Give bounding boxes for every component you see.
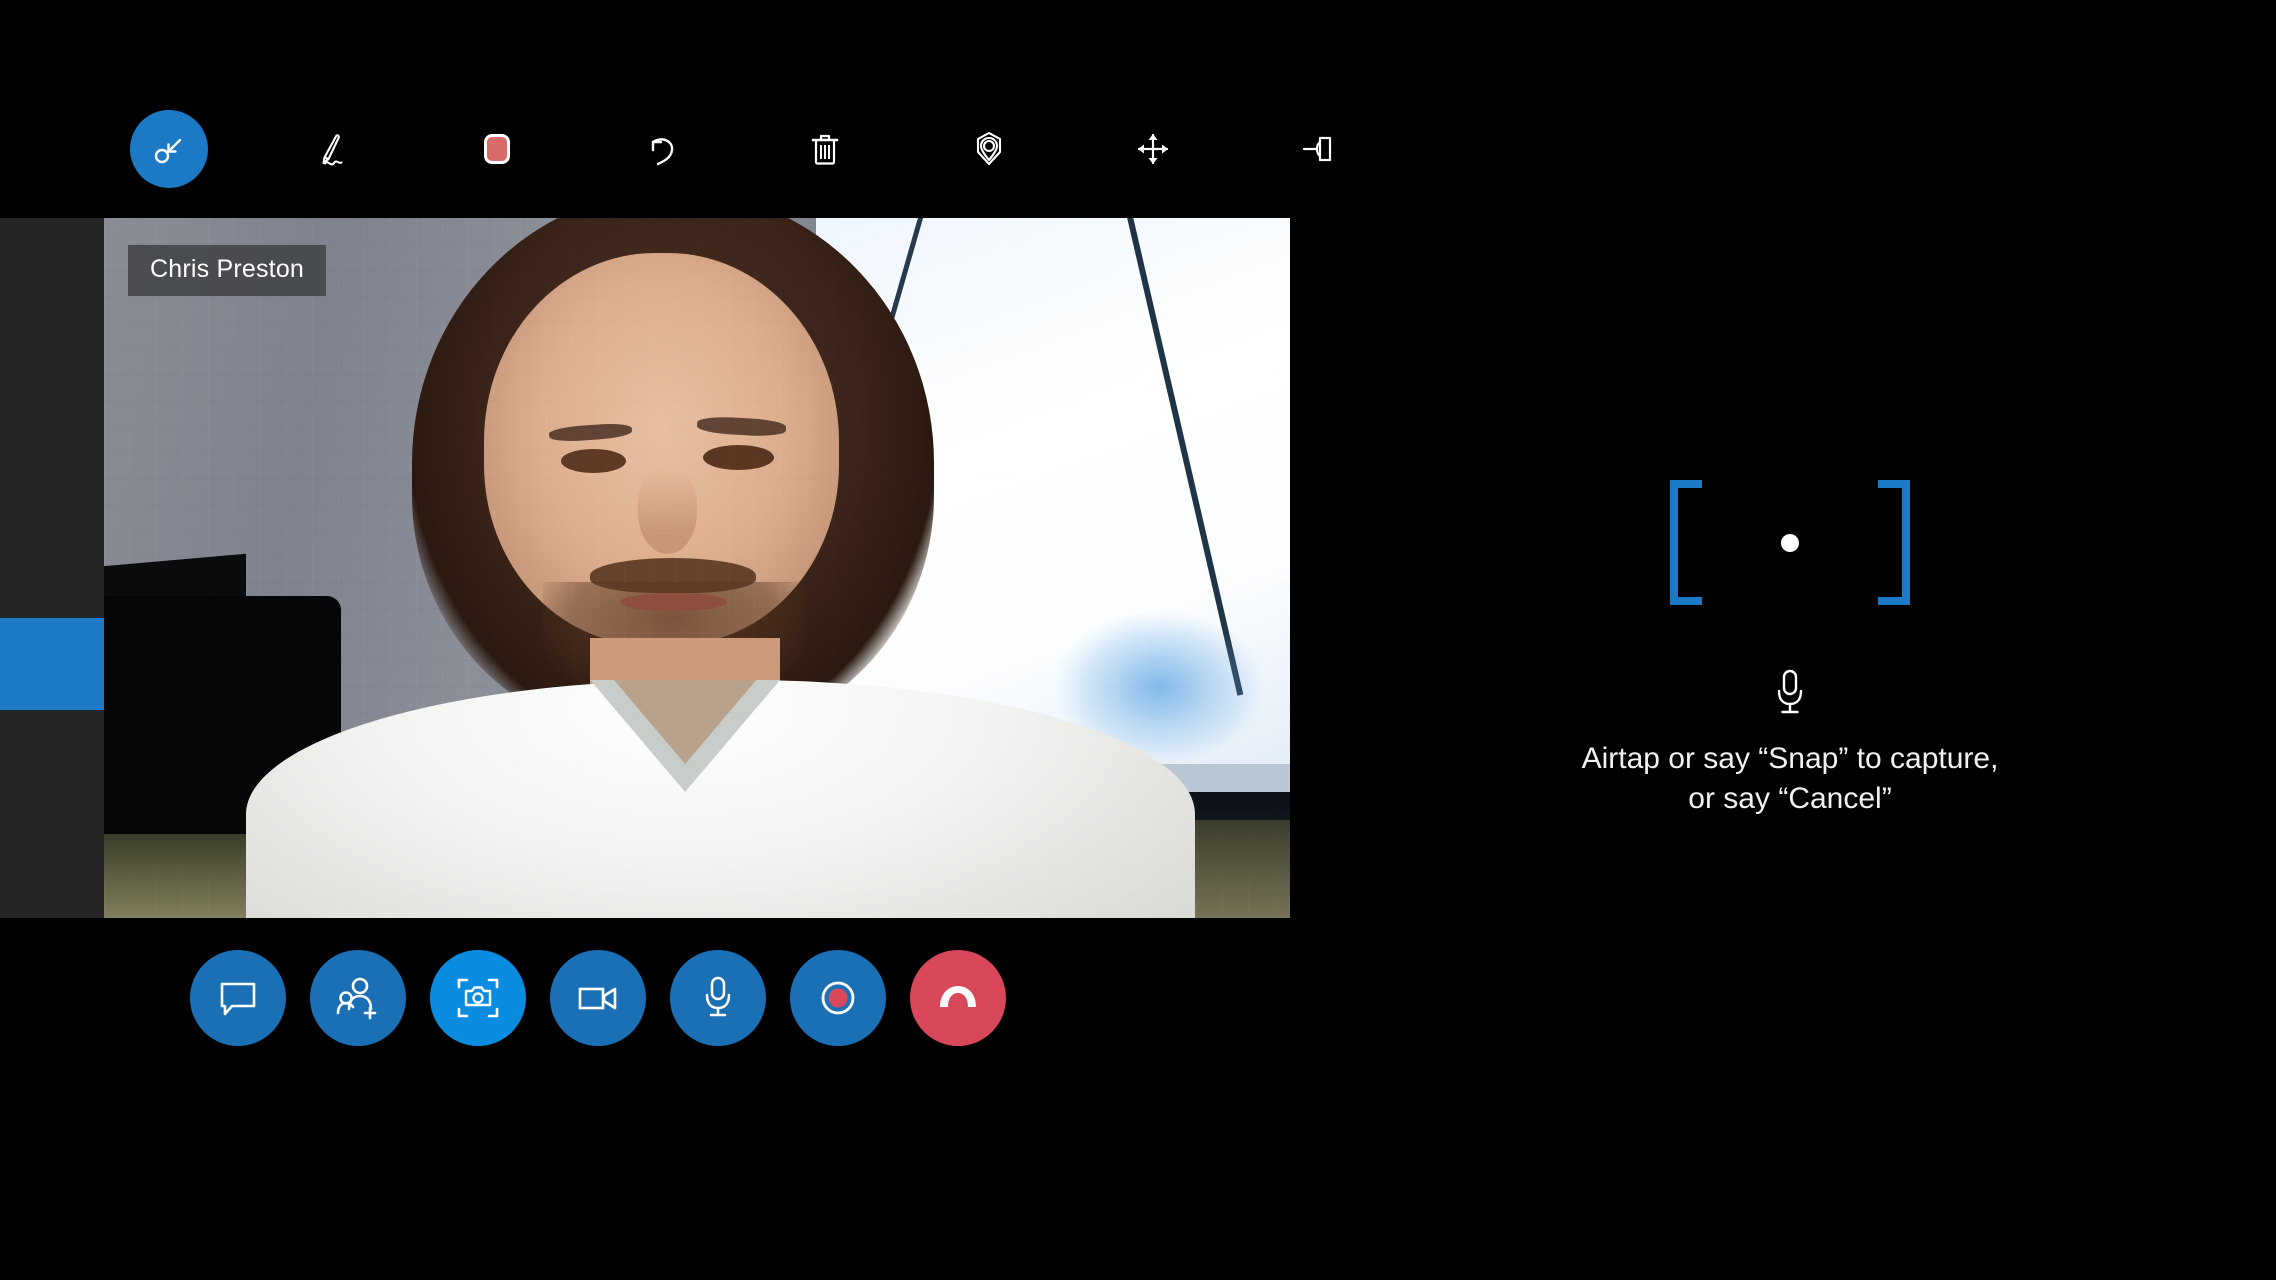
call-control-bar xyxy=(190,950,1006,1046)
video-toggle-button[interactable] xyxy=(550,950,646,1046)
chat-button[interactable] xyxy=(190,950,286,1046)
viewfinder-center-dot xyxy=(1781,533,1799,552)
tool-pin[interactable] xyxy=(1278,110,1356,188)
pushpin-icon xyxy=(1294,128,1340,170)
camera-capture-icon xyxy=(453,973,503,1023)
color-swatch-icon xyxy=(484,134,510,164)
participant-name-badge: Chris Preston xyxy=(128,245,327,296)
record-button[interactable] xyxy=(790,950,886,1046)
mute-button[interactable] xyxy=(670,950,766,1046)
app-rail xyxy=(0,218,104,918)
tool-delete[interactable] xyxy=(786,110,864,188)
capture-hint-line-2: or say “Cancel” xyxy=(1688,782,1892,816)
microphone-icon xyxy=(701,973,735,1023)
tool-place-marker[interactable] xyxy=(950,110,1028,188)
tool-move[interactable] xyxy=(1114,110,1192,188)
tool-ink[interactable] xyxy=(294,110,372,188)
tool-color[interactable] xyxy=(458,110,536,188)
tool-follow-cursor[interactable] xyxy=(130,110,208,188)
add-people-button[interactable] xyxy=(310,950,406,1046)
rail-selected-indicator[interactable] xyxy=(0,618,104,710)
trash-icon xyxy=(805,128,845,170)
viewfinder-brackets-icon xyxy=(1670,480,1910,605)
chat-bubble-icon xyxy=(215,975,261,1021)
move-arrows-icon xyxy=(1132,128,1174,170)
microphone-icon xyxy=(1773,667,1807,726)
pen-ink-icon xyxy=(311,127,355,171)
screen-root: Chris Preston Airtap or say “Snap” to ca… xyxy=(0,0,2276,1280)
capture-hint-line-1: Airtap or say “Snap” to capture, xyxy=(1581,742,1999,775)
cursor-arrow-icon xyxy=(149,129,189,169)
end-call-button[interactable] xyxy=(910,950,1006,1046)
record-dot-icon xyxy=(813,973,863,1023)
end-call-icon xyxy=(932,981,984,1015)
video-camera-icon xyxy=(573,978,623,1018)
add-person-icon xyxy=(333,975,383,1021)
remote-participant-video[interactable]: Chris Preston xyxy=(104,218,1290,918)
tool-undo[interactable] xyxy=(622,110,700,188)
undo-arrow-icon xyxy=(640,128,682,170)
annotation-toolbar xyxy=(104,80,1332,218)
location-pin-icon xyxy=(967,127,1011,171)
capture-photo-button[interactable] xyxy=(430,950,526,1046)
capture-hint-panel: Airtap or say “Snap” to capture, or say … xyxy=(1480,480,2100,819)
video-frame xyxy=(104,218,1290,918)
